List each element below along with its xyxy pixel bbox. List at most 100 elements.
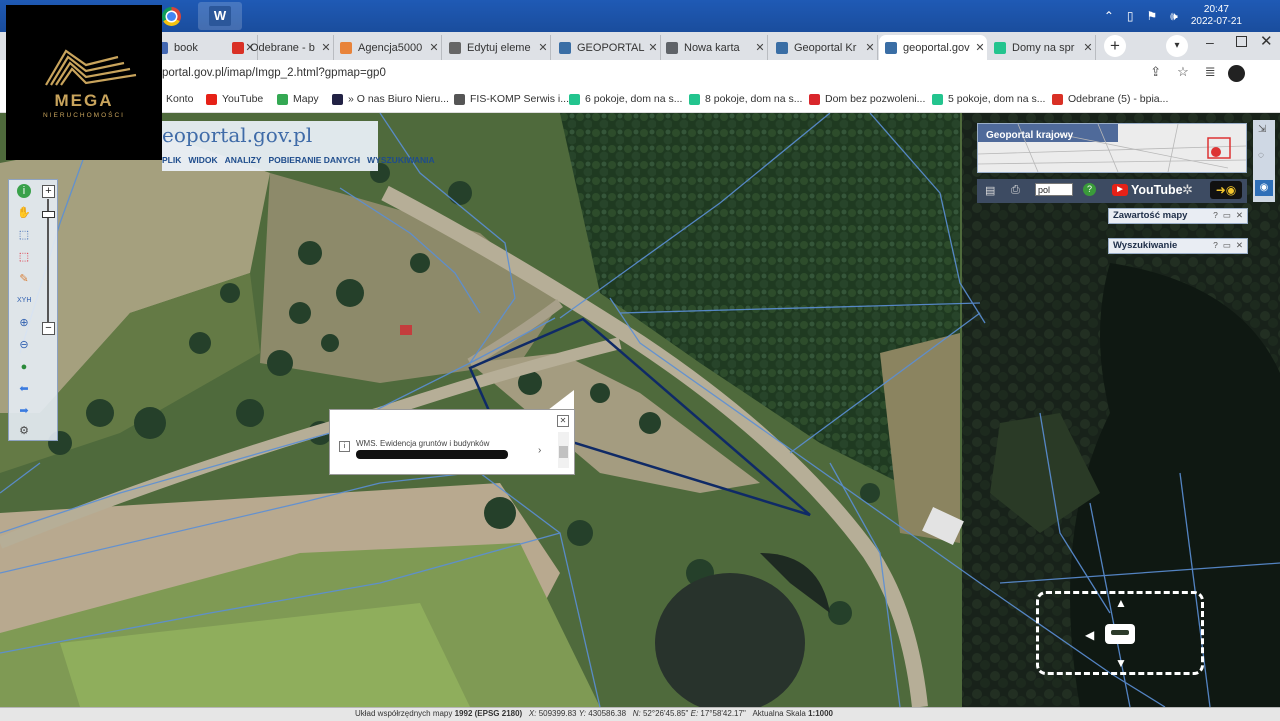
zoom-box-icon[interactable]: ⬚ xyxy=(17,228,31,242)
new-tab-button[interactable]: + xyxy=(1104,35,1126,57)
side-toolbar: ⇲ ◌ ◉ xyxy=(1253,120,1275,202)
browser-tab[interactable]: geoportal.gov ✕ xyxy=(879,35,987,60)
bookmark-item[interactable]: » O nas Biuro Nieru... xyxy=(332,93,449,105)
settings-wheel-icon[interactable]: ✲ xyxy=(1182,182,1193,198)
close-window-button[interactable]: ✕ xyxy=(1260,32,1273,50)
arrow-down-icon[interactable]: ▼ xyxy=(1115,656,1127,670)
print-icon[interactable]: ▤ xyxy=(985,184,995,197)
browser-tab[interactable]: Edytuj eleme ✕ xyxy=(443,35,551,60)
popup-scrollbar[interactable] xyxy=(558,432,569,468)
map-contents-panel[interactable]: Zawartość mapy ? ▭ ✕ xyxy=(1108,208,1248,224)
maximize-button[interactable] xyxy=(1236,36,1247,47)
flag-icon[interactable]: ⚑ xyxy=(1147,9,1158,23)
menu-item[interactable]: ANALIZY xyxy=(225,155,262,165)
bookmark-item[interactable]: FIS-KOMP Serwis i... xyxy=(454,93,569,105)
xyh-icon[interactable]: XYH xyxy=(17,294,31,308)
reading-list-icon[interactable]: ≣ xyxy=(1205,64,1216,80)
minimize-icon[interactable]: ▭ xyxy=(1223,210,1231,221)
bookmark-item[interactable]: 6 pokoje, dom na s... xyxy=(569,93,682,105)
bookmark-item[interactable]: 5 pokoje, dom na s... xyxy=(932,93,1045,105)
scale-value: 1:1000 xyxy=(808,709,833,718)
close-icon[interactable]: ✕ xyxy=(1081,41,1095,54)
globe-icon[interactable]: ● xyxy=(17,360,31,374)
circle-icon[interactable]: ◌ xyxy=(1258,150,1264,161)
arrow-left-icon[interactable]: ◀ xyxy=(1085,628,1094,642)
close-icon[interactable]: ✕ xyxy=(1236,210,1243,221)
tab-search-button[interactable]: ▾ xyxy=(1166,35,1188,57)
zoom-out-icon[interactable]: ⊖ xyxy=(17,338,31,352)
browser-tab[interactable]: Geoportal Kr ✕ xyxy=(770,35,878,60)
search-panel[interactable]: Wyszukiwanie ? ▭ ✕ xyxy=(1108,238,1248,254)
profile-avatar[interactable] xyxy=(1228,65,1245,82)
bookmark-item[interactable]: Odebrane (5) - bpia... xyxy=(1052,93,1168,105)
info-icon[interactable]: i xyxy=(17,184,31,198)
bookmark-label: 8 pokoje, dom na s... xyxy=(705,93,803,105)
settings-icon[interactable]: ⚙ xyxy=(17,424,31,438)
minimize-button[interactable]: – xyxy=(1206,34,1214,50)
clock[interactable]: 20:47 2022-07-21 xyxy=(1191,4,1242,28)
remove-box-icon[interactable]: ⬚ xyxy=(17,250,31,264)
zoom-slider[interactable]: + − xyxy=(42,185,55,335)
pencil-icon[interactable]: ✎ xyxy=(17,272,31,286)
n-value: 52°26'45.85" xyxy=(642,709,689,718)
browser-tab[interactable]: Domy na spr ✕ xyxy=(988,35,1096,60)
y-value: 430586.38 xyxy=(588,709,627,718)
browser-tab[interactable]: Agencja5000 ✕ xyxy=(334,35,442,60)
zoom-plus-button[interactable]: + xyxy=(42,185,55,198)
phone-icon[interactable]: ▯ xyxy=(1127,9,1134,23)
forward-arrow-icon[interactable]: ➡ xyxy=(17,404,31,418)
help-icon[interactable]: ? xyxy=(1083,183,1096,196)
close-icon[interactable]: ✕ xyxy=(557,415,569,427)
browser-tab[interactable]: Odebrane - b ✕ xyxy=(226,35,334,60)
close-icon[interactable]: ✕ xyxy=(973,41,987,54)
zoom-handle[interactable] xyxy=(42,211,55,218)
bookmarks-bar: Konto YouTube Mapy » O nas Biuro Nieru... FI… xyxy=(0,88,1280,113)
clock-time: 20:47 xyxy=(1203,4,1229,15)
close-icon[interactable]: ✕ xyxy=(427,41,441,54)
zoom-in-icon[interactable]: ⊕ xyxy=(17,316,31,330)
eye-icon[interactable]: ➜◉ xyxy=(1210,181,1242,199)
arrow-up-icon[interactable]: ▲ xyxy=(1115,596,1127,610)
bookmark-item[interactable]: Mapy xyxy=(277,93,319,105)
close-icon[interactable]: ✕ xyxy=(753,41,767,54)
minimize-icon[interactable]: ▭ xyxy=(1223,240,1231,251)
chevron-up-icon[interactable]: ⌃ xyxy=(1104,9,1114,23)
star-icon[interactable]: ☆ xyxy=(1177,64,1189,80)
nav-center-icon[interactable] xyxy=(1105,624,1135,644)
close-icon[interactable]: ✕ xyxy=(536,41,550,54)
youtube-link[interactable]: ▶ YouTube xyxy=(1112,183,1183,197)
menu-item[interactable]: PLIK xyxy=(162,155,181,165)
geoportal-title[interactable]: eoportal.gov.pl xyxy=(162,123,312,147)
back-arrow-icon[interactable]: ⬅ xyxy=(17,382,31,396)
language-select[interactable]: pol xyxy=(1035,183,1073,196)
close-icon[interactable]: ✕ xyxy=(863,41,877,54)
bookmark-item[interactable]: 8 pokoje, dom na s... xyxy=(689,93,802,105)
zoom-minus-button[interactable]: − xyxy=(42,322,55,335)
browser-tab[interactable]: Nowa karta ✕ xyxy=(660,35,768,60)
pan-hand-icon[interactable]: ✋ xyxy=(17,206,31,220)
share-icon[interactable]: ⇪ xyxy=(1150,64,1161,80)
bookmark-item[interactable]: Dom bez pozwoleni... xyxy=(809,93,925,105)
close-icon[interactable]: ✕ xyxy=(646,41,660,54)
close-icon[interactable]: ✕ xyxy=(1236,240,1243,251)
chevron-right-icon[interactable]: › xyxy=(538,445,541,456)
menu-item[interactable]: POBIERANIE DANYCH xyxy=(269,155,361,165)
help-icon[interactable]: ? xyxy=(1213,240,1218,251)
close-icon[interactable]: ✕ xyxy=(319,41,333,54)
navigation-pad[interactable]: ▲ ▼ ◀ xyxy=(1036,591,1204,675)
browser-tab[interactable]: GEOPORTAL : ✕ xyxy=(553,35,661,60)
url-field[interactable]: portal.gov.pl/imap/Imgp_2.html?gpmap=gp0 xyxy=(162,67,386,79)
menu-item[interactable]: WYSZUKIWANIA xyxy=(367,155,435,165)
volume-icon[interactable]: 🕪 xyxy=(1170,9,1178,24)
bookmark-label: YouTube xyxy=(222,93,264,105)
overview-map[interactable]: Geoportal krajowy xyxy=(977,123,1247,173)
word-taskbar-icon[interactable]: W xyxy=(198,2,242,30)
eye-small-icon[interactable]: ◉ xyxy=(1255,180,1273,196)
help-icon[interactable]: ? xyxy=(1213,210,1218,221)
bookmark-item[interactable]: YouTube xyxy=(206,93,263,105)
expand-icon[interactable]: ⇲ xyxy=(1258,124,1266,135)
status-bar: Układ współrzędnych mapy 1992 (EPSG 2180… xyxy=(0,707,1280,721)
menu-item[interactable]: WIDOK xyxy=(188,155,217,165)
scrollbar-thumb[interactable] xyxy=(559,446,568,458)
wms-icon[interactable]: ⎙ xyxy=(1011,184,1020,197)
